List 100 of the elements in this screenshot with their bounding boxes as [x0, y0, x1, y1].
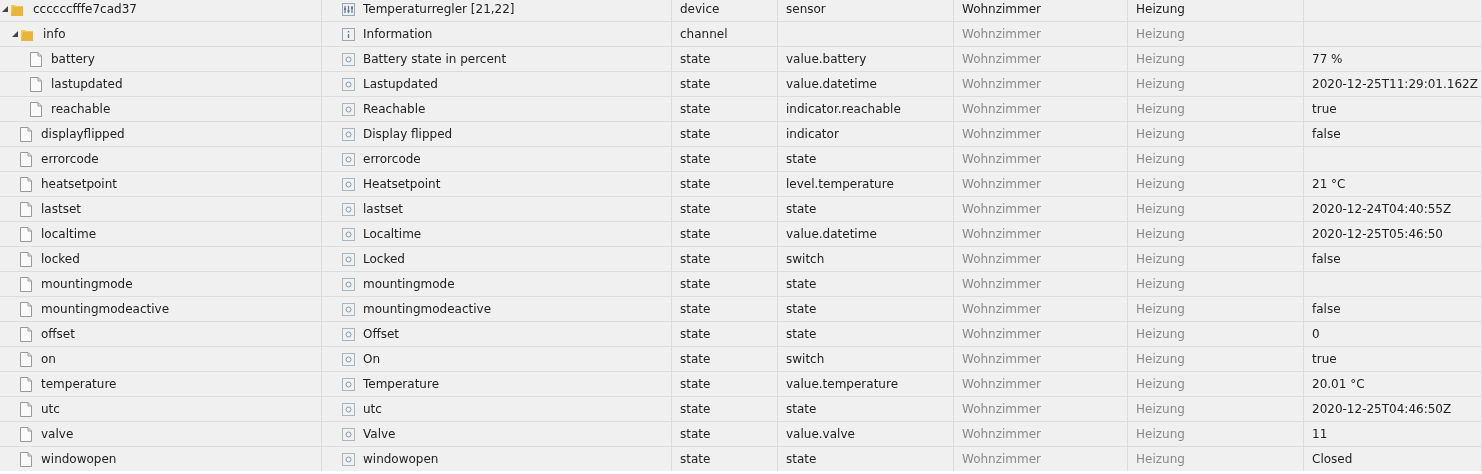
document-icon: [20, 426, 32, 442]
type-text: state: [680, 127, 711, 141]
function-text: Heizung: [1136, 77, 1185, 91]
type-text: state: [680, 377, 711, 391]
role-text: indicator: [786, 127, 839, 141]
value-text: 20.01 °C: [1312, 377, 1365, 391]
object-id[interactable]: displayflipped: [41, 127, 125, 141]
room-text: Wohnzimmer: [962, 202, 1042, 216]
role-text: state: [786, 277, 817, 291]
object-id[interactable]: offset: [41, 327, 75, 341]
room-text: Wohnzimmer: [962, 427, 1042, 441]
value-text: 0: [1312, 327, 1320, 341]
type-text: state: [680, 52, 711, 66]
object-name: mountingmodeactive: [363, 302, 491, 316]
object-id[interactable]: errorcode: [41, 152, 99, 166]
role-text: sensor: [786, 2, 826, 16]
object-id[interactable]: on: [41, 352, 56, 366]
document-icon: [20, 326, 32, 342]
object-id[interactable]: battery: [51, 52, 95, 66]
object-id[interactable]: utc: [41, 402, 60, 416]
room-text: Wohnzimmer: [962, 277, 1042, 291]
role-text: level.temperature: [786, 177, 894, 191]
state-icon: [342, 77, 355, 91]
room-text: Wohnzimmer: [962, 227, 1042, 241]
object-id[interactable]: info: [43, 27, 66, 41]
room-text: Wohnzimmer: [962, 127, 1042, 141]
role-text: value.valve: [786, 427, 855, 441]
function-text: Heizung: [1136, 327, 1185, 341]
state-icon: [342, 377, 355, 391]
state-icon: [342, 352, 355, 366]
object-name: Valve: [363, 427, 396, 441]
object-id[interactable]: valve: [41, 427, 74, 441]
object-id[interactable]: lastupdated: [51, 77, 123, 91]
function-text: Heizung: [1136, 102, 1185, 116]
function-text: Heizung: [1136, 277, 1185, 291]
expand-triangle-icon[interactable]: [12, 31, 18, 37]
object-name: Lastupdated: [363, 77, 438, 91]
object-id[interactable]: mountingmode: [41, 277, 133, 291]
object-id[interactable]: localtime: [41, 227, 97, 241]
document-icon: [20, 251, 32, 267]
object-name: mountingmode: [363, 277, 455, 291]
state-icon: [342, 427, 355, 441]
type-text: state: [680, 252, 711, 266]
object-id[interactable]: mountingmodeactive: [41, 302, 169, 316]
room-text: Wohnzimmer: [962, 327, 1042, 341]
function-text: Heizung: [1136, 2, 1185, 16]
room-text: Wohnzimmer: [962, 2, 1042, 16]
document-icon: [20, 176, 32, 192]
value-text: true: [1312, 352, 1337, 366]
role-text: state: [786, 452, 817, 466]
state-icon: [342, 327, 355, 341]
role-text: value.datetime: [786, 227, 877, 241]
state-icon: [342, 152, 355, 166]
room-text: Wohnzimmer: [962, 177, 1042, 191]
object-id[interactable]: temperature: [41, 377, 117, 391]
type-text: channel: [680, 27, 728, 41]
value-text: Closed: [1312, 452, 1353, 466]
object-name: lastset: [363, 202, 403, 216]
role-text: state: [786, 402, 817, 416]
type-text: state: [680, 427, 711, 441]
state-icon: [342, 452, 355, 466]
value-text: 2020-12-24T04:40:55Z: [1312, 202, 1452, 216]
object-name: Reachable: [363, 102, 426, 116]
state-icon: [342, 177, 355, 191]
role-text: state: [786, 302, 817, 316]
type-text: state: [680, 177, 711, 191]
object-id[interactable]: reachable: [51, 102, 111, 116]
function-text: Heizung: [1136, 202, 1185, 216]
object-name: utc: [363, 402, 382, 416]
value-text: false: [1312, 127, 1341, 141]
role-text: indicator.reachable: [786, 102, 901, 116]
object-name: Display flipped: [363, 127, 453, 141]
object-id[interactable]: windowopen: [41, 452, 117, 466]
document-icon: [20, 376, 32, 392]
object-id[interactable]: heatsetpoint: [41, 177, 117, 191]
type-text: state: [680, 277, 711, 291]
expand-triangle-icon[interactable]: [2, 6, 8, 12]
type-text: state: [680, 152, 711, 166]
type-text: state: [680, 327, 711, 341]
function-text: Heizung: [1136, 27, 1185, 41]
value-text: 2020-12-25T04:46:50Z: [1312, 402, 1452, 416]
object-id[interactable]: ccccccfffe7cad37: [33, 2, 137, 16]
object-name: errorcode: [363, 152, 421, 166]
document-icon: [20, 201, 32, 217]
object-id[interactable]: locked: [41, 252, 80, 266]
value-text: 2020-12-25T11:29:01.162Z: [1312, 77, 1478, 91]
type-text: state: [680, 302, 711, 316]
object-name: On: [363, 352, 381, 366]
object-id[interactable]: lastset: [41, 202, 81, 216]
function-text: Heizung: [1136, 377, 1185, 391]
state-icon: [342, 202, 355, 216]
function-text: Heizung: [1136, 427, 1185, 441]
state-icon: [342, 302, 355, 316]
role-text: state: [786, 327, 817, 341]
state-icon: [342, 127, 355, 141]
object-name: Locked: [363, 252, 405, 266]
document-icon: [20, 301, 32, 317]
function-text: Heizung: [1136, 227, 1185, 241]
state-icon: [342, 252, 355, 266]
role-text: switch: [786, 252, 825, 266]
